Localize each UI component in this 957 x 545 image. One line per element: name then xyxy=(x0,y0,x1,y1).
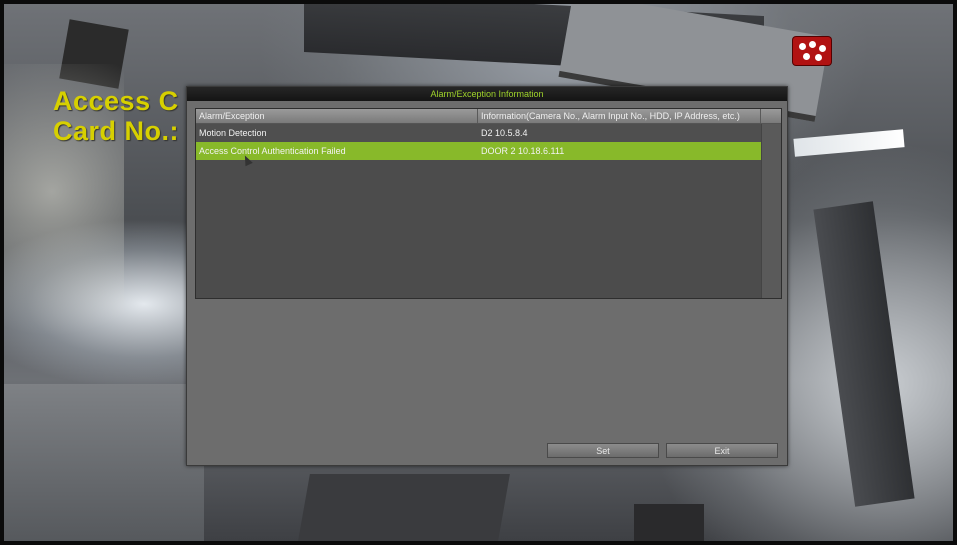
osd-text-line1: Access C xyxy=(53,86,179,116)
row-alarm-type: Access Control Authentication Failed xyxy=(199,146,346,156)
floor-object xyxy=(298,474,510,541)
floor-device xyxy=(634,504,704,541)
list-scrollbar[interactable] xyxy=(761,124,781,298)
column-header-information[interactable]: Information(Camera No., Alarm Input No.,… xyxy=(478,109,761,123)
light-strip xyxy=(793,129,905,157)
exit-button[interactable]: Exit xyxy=(666,443,778,458)
column-header-alarm-exception[interactable]: Alarm/Exception xyxy=(196,109,478,123)
list-header: Alarm/Exception Information(Camera No., … xyxy=(196,109,781,124)
column-header-spacer xyxy=(761,109,781,123)
alarm-exception-dialog: Alarm/Exception Information Alarm/Except… xyxy=(186,86,788,466)
table-row-selected[interactable]: Access Control Authentication Failed DOO… xyxy=(196,142,761,160)
row-info: DOOR 2 10.18.6.111 xyxy=(481,146,565,156)
dialog-title: Alarm/Exception Information xyxy=(187,87,787,101)
set-button[interactable]: Set xyxy=(547,443,659,458)
osd-text-line2: Card No.: xyxy=(53,116,179,146)
table-row[interactable]: Motion Detection D2 10.5.8.4 xyxy=(196,124,761,142)
row-alarm-type: Motion Detection xyxy=(199,128,267,138)
floor-area xyxy=(4,384,204,541)
record-indicator-icon xyxy=(793,37,831,65)
alarm-list: Alarm/Exception Information(Camera No., … xyxy=(195,108,782,299)
wall-pillar xyxy=(813,201,915,507)
row-info: D2 10.5.8.4 xyxy=(481,128,528,138)
